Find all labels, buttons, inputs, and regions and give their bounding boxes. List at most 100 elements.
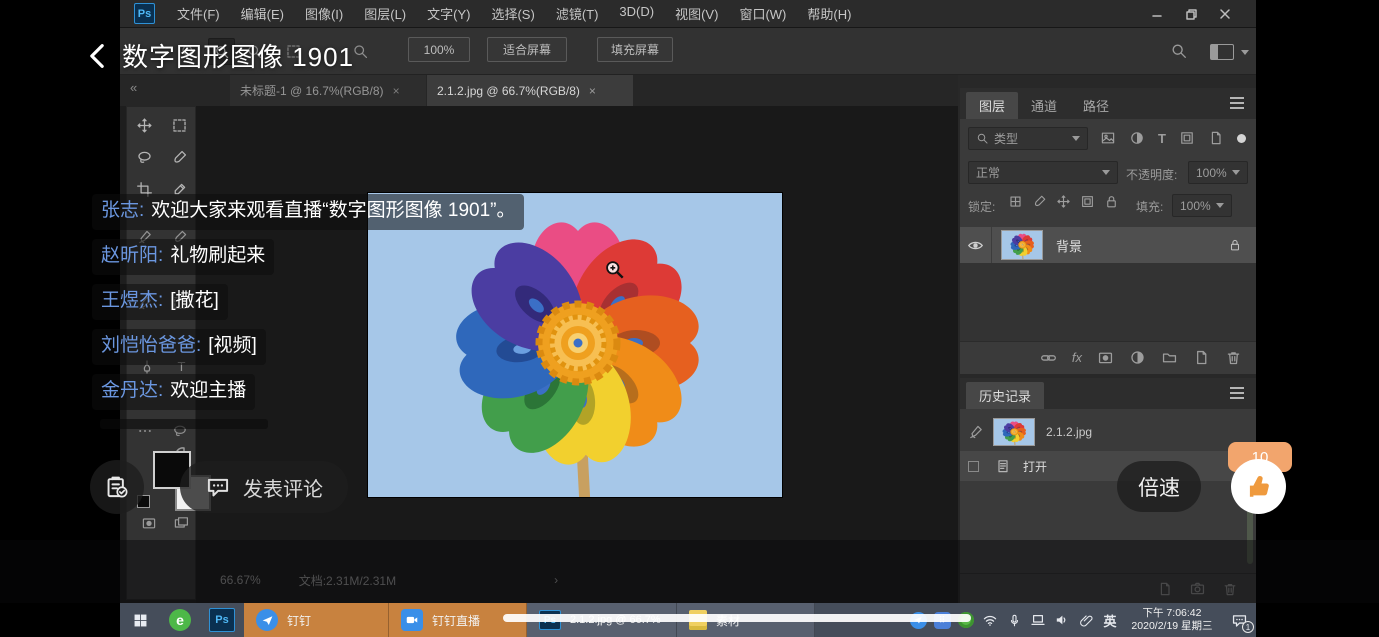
chat-text: 欢迎主播 bbox=[170, 380, 246, 401]
sign-in-button[interactable] bbox=[90, 460, 144, 514]
notification-center-icon[interactable]: 1 bbox=[1222, 603, 1256, 637]
quick-select-tool-icon[interactable] bbox=[171, 149, 188, 166]
tab-close-icon[interactable]: × bbox=[589, 84, 596, 98]
history-state-row-open[interactable]: 打开 bbox=[960, 451, 1256, 481]
layer-style-fx-icon[interactable]: fx bbox=[1072, 350, 1082, 365]
search-icon[interactable] bbox=[1170, 42, 1188, 60]
workspace-chevron-down-icon[interactable] bbox=[1241, 50, 1249, 55]
history-state-name[interactable]: 打开 bbox=[1023, 458, 1047, 475]
tab-untitled-1[interactable]: 未标题-1 @ 16.7%(RGB/8)× bbox=[230, 75, 426, 106]
ps-menus: 文件(F) 编辑(E) 图像(I) 图层(L) 文字(Y) 选择(S) 滤镜(T… bbox=[177, 4, 851, 23]
menu-layer[interactable]: 图层(L) bbox=[364, 4, 406, 23]
minimize-button[interactable] bbox=[1140, 1, 1174, 27]
lock-artboard-icon[interactable] bbox=[1080, 194, 1095, 209]
tray-clock[interactable]: 下午 7:06:42 2020/2/19 星期三 bbox=[1122, 607, 1222, 633]
menu-select[interactable]: 选择(S) bbox=[491, 4, 534, 23]
history-source-checkbox[interactable] bbox=[968, 461, 979, 472]
add-mask-icon[interactable] bbox=[1097, 349, 1114, 366]
menu-filter[interactable]: 滤镜(T) bbox=[556, 4, 599, 23]
link-layers-icon[interactable] bbox=[1040, 349, 1057, 366]
layer-name[interactable]: 背景 bbox=[1056, 236, 1082, 255]
tab-212-jpg[interactable]: 2.1.2.jpg @ 66.7%(RGB/8)× bbox=[427, 75, 633, 106]
menu-3d[interactable]: 3D(D) bbox=[619, 4, 654, 23]
post-comment-button[interactable]: 发表评论 bbox=[180, 461, 348, 513]
snapshot-name[interactable]: 2.1.2.jpg bbox=[1046, 425, 1092, 439]
panel-menu-icon[interactable] bbox=[1230, 96, 1244, 104]
quick-mask-icon[interactable] bbox=[141, 515, 157, 531]
lock-all-icon[interactable] bbox=[1104, 194, 1119, 209]
snapshot-thumbnail[interactable] bbox=[994, 419, 1034, 445]
new-layer-icon[interactable] bbox=[1193, 349, 1210, 366]
layer-lock-icon bbox=[1228, 238, 1242, 252]
marquee-tool-icon[interactable] bbox=[171, 117, 188, 134]
chat-text: [视频] bbox=[208, 335, 257, 356]
layer-thumbnail[interactable] bbox=[1002, 231, 1042, 259]
dingtalk-icon bbox=[256, 609, 278, 631]
chat-username: 刘恺怡爸爸: bbox=[101, 335, 201, 356]
zoom-all-icon[interactable] bbox=[352, 43, 369, 60]
tray-wifi-icon[interactable] bbox=[978, 603, 1002, 637]
tray-input-language[interactable]: 英 bbox=[1098, 603, 1122, 637]
move-tool-icon[interactable] bbox=[136, 117, 153, 134]
zoom-100-button[interactable]: 100% bbox=[408, 37, 470, 62]
menu-edit[interactable]: 编辑(E) bbox=[241, 4, 284, 23]
menu-help[interactable]: 帮助(H) bbox=[807, 4, 851, 23]
filter-adjustment-icon[interactable] bbox=[1129, 130, 1145, 146]
menu-window[interactable]: 窗口(W) bbox=[739, 4, 786, 23]
delete-layer-icon[interactable] bbox=[1225, 349, 1242, 366]
browser-taskbar-icon[interactable]: e bbox=[160, 603, 200, 637]
close-button[interactable] bbox=[1208, 1, 1242, 27]
home-indicator[interactable] bbox=[503, 614, 971, 622]
tab-layers[interactable]: 图层 bbox=[966, 92, 1018, 119]
photoshop-logo-icon: Ps bbox=[134, 3, 155, 24]
lasso-tool-icon[interactable] bbox=[136, 149, 153, 166]
fill-value[interactable]: 100% bbox=[1172, 194, 1232, 217]
tray-volume-icon[interactable] bbox=[1050, 603, 1074, 637]
video-control-bar: 00:06:38 01:04:46 bbox=[0, 540, 1379, 603]
taskbar-item-dingtalk[interactable]: 钉钉 bbox=[244, 603, 389, 637]
collapse-panel-chevrons[interactable]: « bbox=[130, 80, 137, 95]
layer-group-icon[interactable] bbox=[1161, 349, 1178, 366]
lock-paint-icon[interactable] bbox=[1032, 194, 1047, 209]
tab-history[interactable]: 历史记录 bbox=[966, 382, 1044, 409]
history-snapshot-row[interactable]: 2.1.2.jpg bbox=[960, 415, 1256, 449]
layer-visibility-eye-icon[interactable] bbox=[960, 227, 992, 263]
chat-username: 金丹达: bbox=[101, 380, 163, 401]
opacity-value[interactable]: 100% bbox=[1188, 161, 1248, 184]
panel-menu-icon[interactable] bbox=[1230, 386, 1244, 394]
back-button[interactable] bbox=[86, 43, 108, 69]
menu-type[interactable]: 文字(Y) bbox=[427, 4, 470, 23]
lock-position-icon[interactable] bbox=[1056, 194, 1071, 209]
menu-view[interactable]: 视图(V) bbox=[675, 4, 718, 23]
lock-transparent-icon[interactable] bbox=[1008, 194, 1023, 209]
photoshop-taskbar-icon[interactable]: Ps bbox=[200, 603, 244, 637]
fill-screen-button[interactable]: 填充屏幕 bbox=[597, 37, 673, 62]
menu-image[interactable]: 图像(I) bbox=[305, 4, 343, 23]
workspace-icon[interactable] bbox=[1210, 44, 1234, 60]
filter-shape-icon[interactable] bbox=[1179, 130, 1195, 146]
layer-filter-select[interactable]: 类型 bbox=[968, 127, 1088, 150]
playback-speed-button[interactable]: 倍速 bbox=[1117, 461, 1201, 512]
tray-laptop-icon[interactable] bbox=[1026, 603, 1050, 637]
filter-pixel-icon[interactable] bbox=[1100, 130, 1116, 146]
adjustment-layer-icon[interactable] bbox=[1129, 349, 1146, 366]
blend-mode-select[interactable]: 正常 bbox=[968, 161, 1118, 184]
menu-file[interactable]: 文件(F) bbox=[177, 4, 220, 23]
history-brush-icon[interactable] bbox=[968, 424, 984, 440]
restore-button[interactable] bbox=[1174, 1, 1208, 27]
fit-screen-button[interactable]: 适合屏幕 bbox=[487, 37, 567, 62]
filter-smartobject-icon[interactable] bbox=[1208, 130, 1224, 146]
chat-username: 王煜杰: bbox=[101, 290, 163, 311]
tray-usb-icon[interactable] bbox=[1002, 603, 1026, 637]
tab-paths[interactable]: 路径 bbox=[1070, 92, 1122, 119]
tab-channels[interactable]: 通道 bbox=[1018, 92, 1070, 119]
chat-message: 刘恺怡爸爸: [视频] bbox=[92, 329, 266, 365]
filter-type-icon[interactable]: T bbox=[1158, 131, 1166, 146]
like-button[interactable] bbox=[1231, 459, 1286, 514]
start-button[interactable] bbox=[120, 603, 160, 637]
tab-close-icon[interactable]: × bbox=[393, 84, 400, 98]
filter-toggle-dot[interactable] bbox=[1237, 134, 1246, 143]
layer-row-background[interactable]: 背景 bbox=[960, 227, 1256, 263]
tray-clip-icon[interactable] bbox=[1074, 603, 1098, 637]
screen-mode-icon[interactable] bbox=[173, 515, 189, 531]
